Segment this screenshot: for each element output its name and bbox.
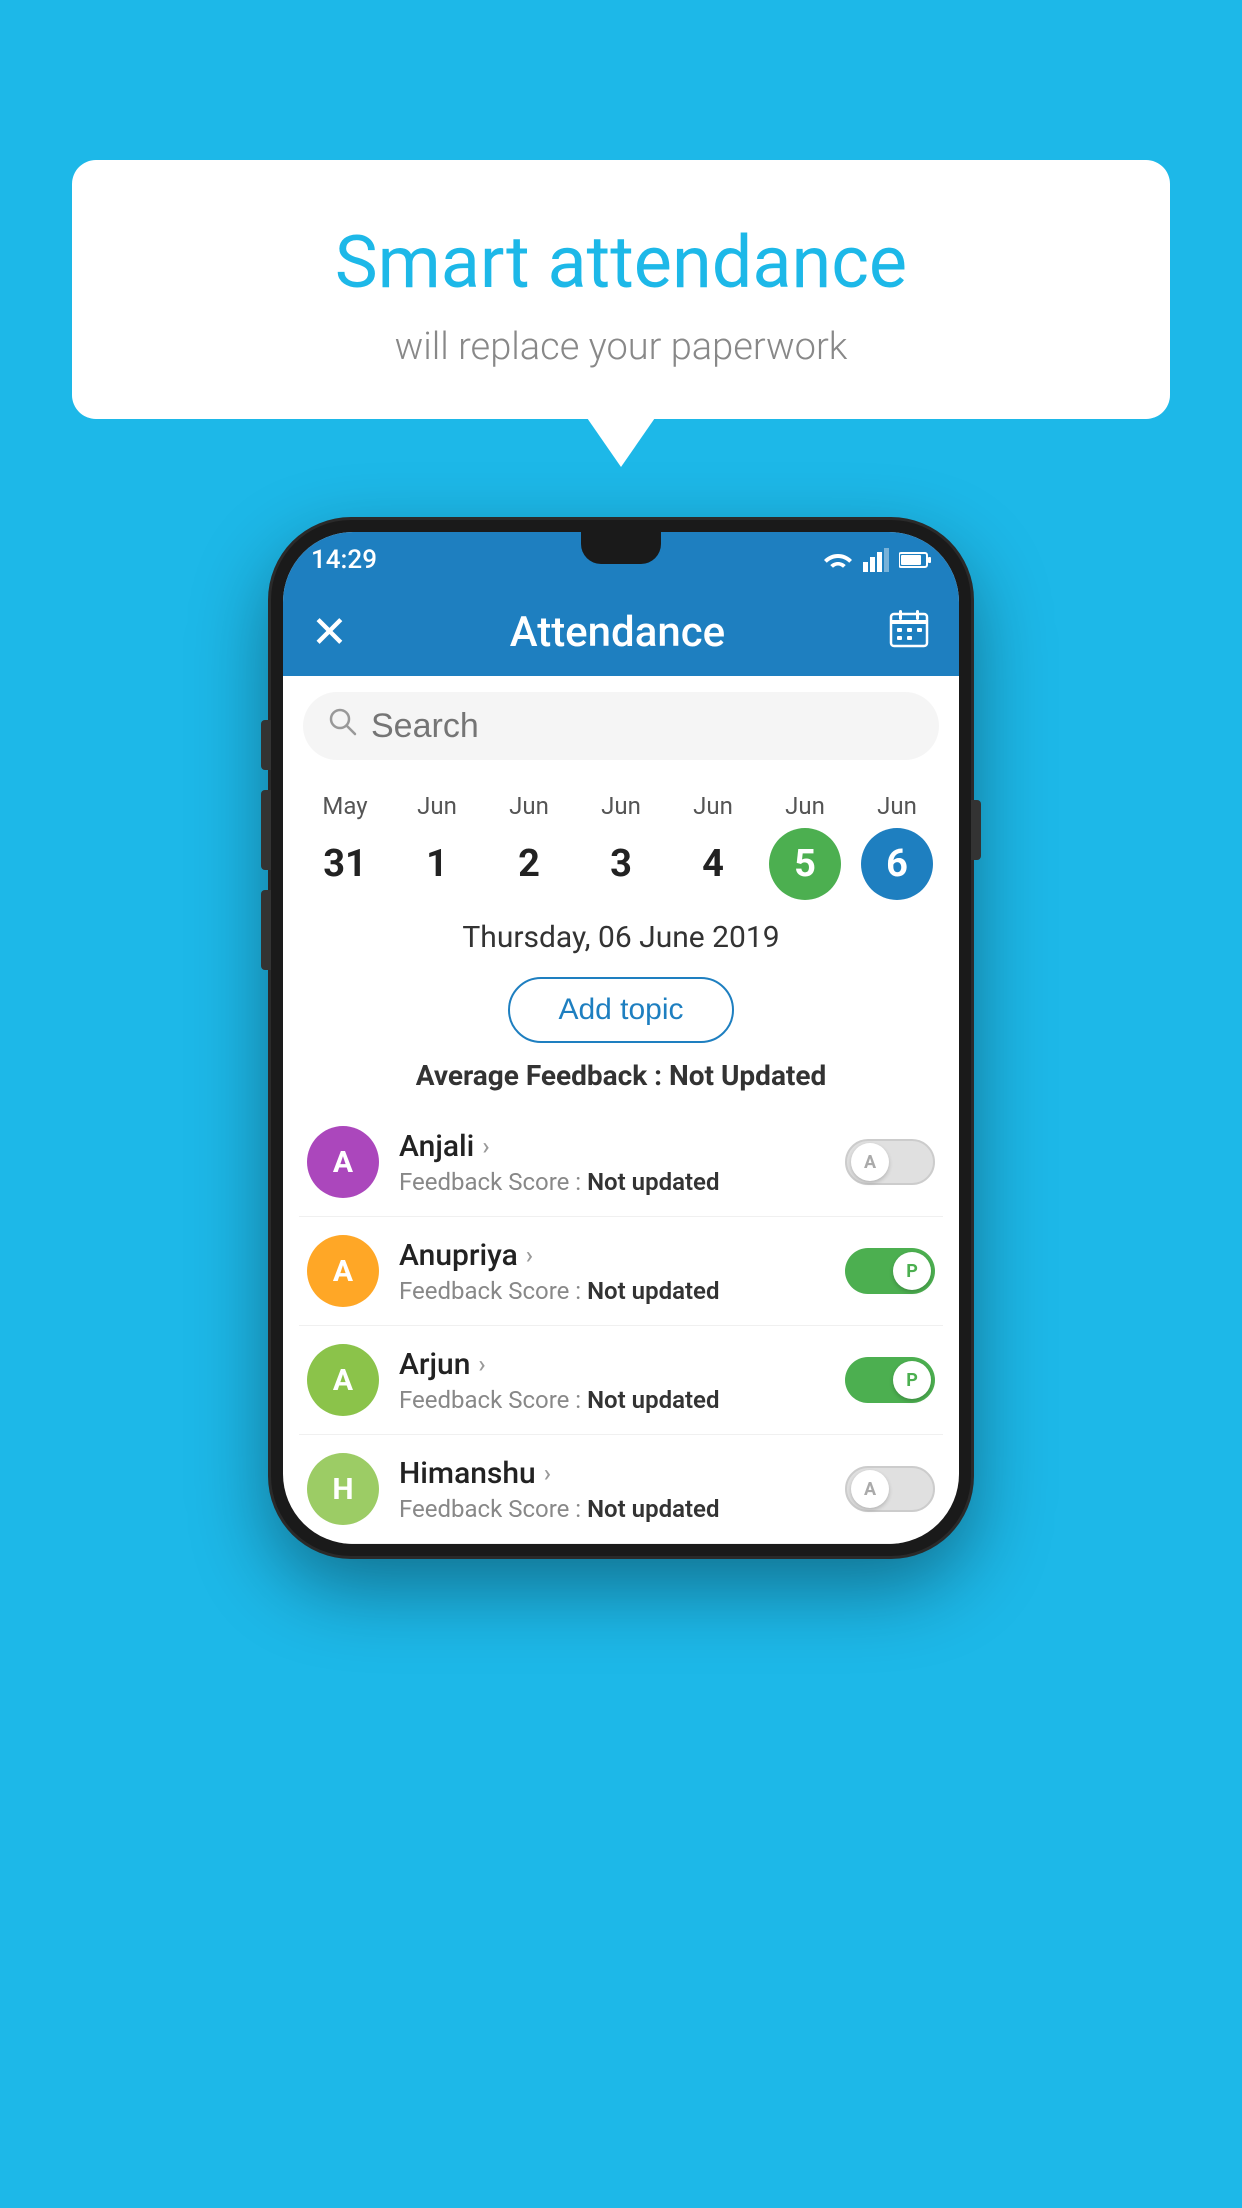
- cal-day-1[interactable]: Jun 1: [393, 792, 481, 900]
- student-chevron-0: ›: [482, 1132, 489, 1160]
- student-avatar-0: A: [307, 1126, 379, 1198]
- student-name-0: Anjali ›: [399, 1129, 845, 1164]
- phone-screen: 14:29: [283, 532, 959, 1544]
- student-list: AAnjali ›Feedback Score : Not updatedAAA…: [283, 1108, 959, 1544]
- avg-feedback-value: Not Updated: [669, 1059, 826, 1092]
- selected-date-label: Thursday, 06 June 2019: [283, 900, 959, 969]
- app-bar-title: Attendance: [510, 608, 725, 657]
- cal-month-1: Jun: [417, 792, 457, 820]
- status-time: 14:29: [311, 545, 377, 575]
- feedback-value-3: Not updated: [587, 1495, 719, 1523]
- student-chevron-3: ›: [544, 1459, 551, 1487]
- cal-month-6: Jun: [877, 792, 917, 820]
- status-bar: 14:29: [283, 532, 959, 588]
- wifi-icon: [823, 548, 853, 572]
- student-chevron-2: ›: [478, 1350, 485, 1378]
- toggle-knob-0: A: [851, 1143, 889, 1181]
- student-item-3[interactable]: H Himanshu › Feedback Score : Not updatedA: [299, 1435, 943, 1544]
- attendance-toggle-0[interactable]: A: [845, 1139, 935, 1185]
- cal-date-0[interactable]: 31: [309, 828, 381, 900]
- phone-outer: 14:29: [271, 520, 971, 1556]
- cal-month-5: Jun: [785, 792, 825, 820]
- avg-feedback: Average Feedback : Not Updated: [283, 1059, 959, 1092]
- attendance-toggle-1[interactable]: P: [845, 1248, 935, 1294]
- student-item-2[interactable]: A Arjun › Feedback Score : Not updated P: [299, 1326, 943, 1435]
- student-name-1: Anupriya ›: [399, 1238, 845, 1273]
- student-feedback-0: Feedback Score : Not updated: [399, 1168, 845, 1196]
- student-name-2: Arjun ›: [399, 1347, 845, 1382]
- search-icon: [327, 706, 359, 746]
- cal-date-5[interactable]: 5: [769, 828, 841, 900]
- cal-date-4[interactable]: 4: [677, 828, 749, 900]
- bubble-subtitle: will replace your paperwork: [132, 325, 1110, 369]
- cal-date-1[interactable]: 1: [401, 828, 473, 900]
- student-info-0: Anjali › Feedback Score : Not updated: [399, 1129, 845, 1196]
- feedback-value-2: Not updated: [587, 1386, 719, 1414]
- attendance-toggle-2[interactable]: P: [845, 1357, 935, 1403]
- calendar-icon[interactable]: [887, 606, 931, 659]
- student-feedback-3: Feedback Score : Not updated: [399, 1495, 845, 1523]
- toggle-knob-3: A: [851, 1470, 889, 1508]
- toggle-knob-2: P: [893, 1361, 931, 1399]
- student-item-1[interactable]: A Anupriya › Feedback Score : Not updated P: [299, 1217, 943, 1326]
- status-icons: [823, 548, 931, 572]
- cal-date-6[interactable]: 6: [861, 828, 933, 900]
- cal-date-2[interactable]: 2: [493, 828, 565, 900]
- student-avatar-2: A: [307, 1344, 379, 1416]
- speech-bubble-container: Smart attendance will replace your paper…: [72, 160, 1170, 419]
- student-chevron-1: ›: [526, 1241, 533, 1269]
- feedback-value-1: Not updated: [587, 1277, 719, 1305]
- signal-icon: [863, 548, 889, 572]
- avg-feedback-label: Average Feedback :: [416, 1059, 662, 1092]
- toggle-knob-1: P: [893, 1252, 931, 1290]
- cal-month-4: Jun: [693, 792, 733, 820]
- attendance-toggle-3[interactable]: A: [845, 1466, 935, 1512]
- student-name-3: Himanshu ›: [399, 1456, 845, 1491]
- side-button-volume-up: [261, 790, 271, 870]
- cal-month-0: May: [322, 792, 367, 820]
- cal-day-5[interactable]: Jun 5: [761, 792, 849, 900]
- student-feedback-1: Feedback Score : Not updated: [399, 1277, 845, 1305]
- notch: [581, 532, 661, 564]
- cal-day-2[interactable]: Jun 2: [485, 792, 573, 900]
- student-info-1: Anupriya › Feedback Score : Not updated: [399, 1238, 845, 1305]
- student-item-0[interactable]: AAnjali ›Feedback Score : Not updatedA: [299, 1108, 943, 1217]
- student-info-3: Himanshu › Feedback Score : Not updated: [399, 1456, 845, 1523]
- side-button-power: [971, 800, 981, 860]
- cal-day-6[interactable]: Jun 6: [853, 792, 941, 900]
- student-avatar-3: H: [307, 1453, 379, 1525]
- calendar-strip: May 31 Jun 1 Jun 2 Jun 3 Jun 4 Jun 5 Jun 6: [283, 776, 959, 900]
- add-topic-button[interactable]: Add topic: [508, 977, 733, 1043]
- app-bar: ✕ Attendance: [283, 588, 959, 676]
- cal-day-4[interactable]: Jun 4: [669, 792, 757, 900]
- cal-day-3[interactable]: Jun 3: [577, 792, 665, 900]
- search-bar[interactable]: [303, 692, 939, 760]
- cal-day-0[interactable]: May 31: [301, 792, 389, 900]
- cal-month-2: Jun: [509, 792, 549, 820]
- side-button-left-1: [261, 720, 271, 770]
- add-topic-container: Add topic: [283, 977, 959, 1043]
- cal-month-3: Jun: [601, 792, 641, 820]
- feedback-value-0: Not updated: [587, 1168, 719, 1196]
- bubble-title: Smart attendance: [132, 220, 1110, 305]
- search-input[interactable]: [371, 707, 915, 746]
- cal-date-3[interactable]: 3: [585, 828, 657, 900]
- student-feedback-2: Feedback Score : Not updated: [399, 1386, 845, 1414]
- student-info-2: Arjun › Feedback Score : Not updated: [399, 1347, 845, 1414]
- student-avatar-1: A: [307, 1235, 379, 1307]
- phone-wrapper: 14:29: [271, 520, 971, 1556]
- speech-bubble: Smart attendance will replace your paper…: [72, 160, 1170, 419]
- battery-icon: [899, 551, 931, 569]
- side-button-volume-down: [261, 890, 271, 970]
- close-button[interactable]: ✕: [311, 606, 348, 658]
